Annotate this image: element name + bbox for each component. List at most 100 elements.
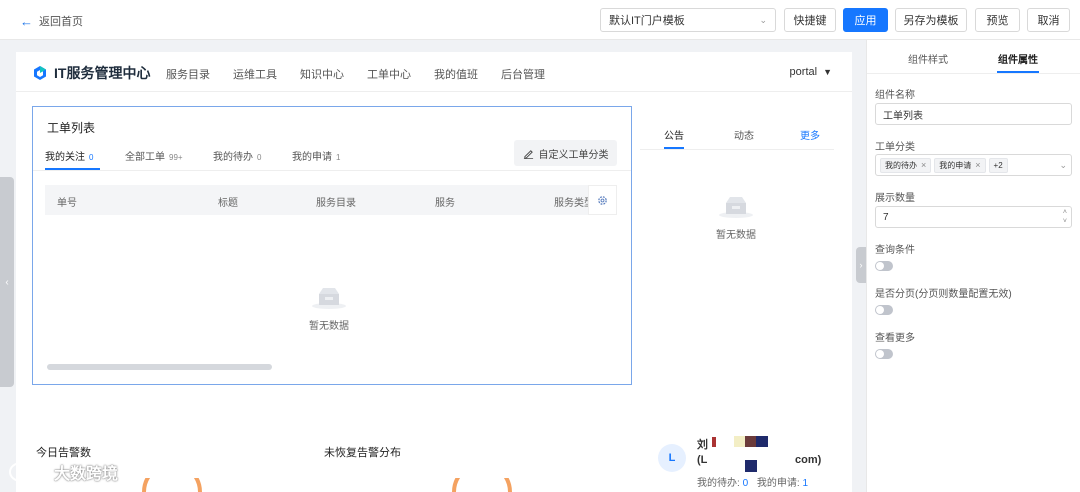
chevron-down-icon: ⌄ [1059,159,1067,170]
tab-my-todo[interactable]: 我的待办 0 [213,148,261,163]
ticket-category-select[interactable]: 我的待办 × 我的申请 × +2 ⌄ [875,154,1072,176]
pagination-toggle[interactable] [875,305,893,315]
tag-my-applications: 我的申请 × [934,157,986,173]
column-header: 单号 [57,198,77,209]
portal-title: IT服务管理中心 [54,65,151,81]
editor-canvas: ‹ › IT服务管理中心 服务目录 运维工具 知识中心 工单中心 我的值班 后台… [0,40,866,492]
preview-button[interactable]: 预览 [975,8,1020,32]
tag-my-todo: 我的待办 × [880,157,932,173]
nav-my-duty[interactable]: 我的值班 [434,66,478,82]
logo-icon [34,66,46,80]
empty-text: 暂无数据 [716,230,756,241]
portal-preview: IT服务管理中心 服务目录 运维工具 知识中心 工单中心 我的值班 后台管理 p… [16,52,852,492]
column-settings-button[interactable] [588,185,617,215]
column-header: 服务类型 [554,198,588,209]
watermark: 大数跨境 [8,460,118,484]
todo-count[interactable]: 0 [743,478,749,489]
cancel-button[interactable]: 取消 [1027,8,1070,32]
gauge-arc-icon [142,478,202,492]
query-condition-toggle[interactable] [875,261,893,271]
tab-divider [867,73,1080,74]
template-select[interactable]: 默认IT门户模板 ⌄ [600,8,776,32]
tab-label: 我的关注 [45,152,85,163]
portal-logo: IT服务管理中心 [32,63,150,83]
top-toolbar: ← 返回首页 默认IT门户模板 ⌄ 快捷键 应用 另存为模板 预览 取消 [0,0,1080,40]
empty-box-icon [310,285,348,309]
tab-count: 99+ [169,153,183,162]
ticket-list-widget[interactable]: 工单列表 我的关注 0 全部工单 99+ 我的待办 0 我的申请 1 自定义工单分类 [32,106,632,385]
custom-ticket-category-button[interactable]: 自定义工单分类 [514,140,617,166]
collapse-right-handle[interactable]: › [856,247,866,283]
template-select-value: 默认IT门户模板 [609,15,685,27]
tag-list: 我的待办 × 我的申请 × +2 [880,157,1011,173]
empty-state: 暂无数据 [309,285,349,332]
save-as-template-button[interactable]: 另存为模板 [895,8,967,32]
table-header: 单号 标题 服务目录 服务 服务类型 [45,185,617,215]
view-more-toggle[interactable] [875,349,893,359]
ticket-category-label: 工单分类 [875,142,915,153]
profile-card: L 刘 (L com) 我的待办: 0 我的申请: 1 [642,416,844,492]
tab-my-follow[interactable]: 我的关注 0 [45,148,93,163]
tag-label: 我的申请 [939,160,972,170]
profile-id-open: (L [697,454,708,466]
apply-label: 我的申请: [756,478,800,489]
pagination-label: 是否分页(分页则数量配置无效) [875,289,1012,300]
tab-announcements[interactable]: 公告 [664,127,684,142]
number-stepper[interactable]: ˄ ˅ [1063,208,1067,226]
todo-label: 我的待办: [697,478,740,489]
tab-count: 1 [336,153,341,162]
tab-my-applications[interactable]: 我的申请 1 [292,148,340,163]
watermark-text: 大数跨境 [54,466,119,483]
column-header: 服务 [435,198,455,209]
horizontal-scrollbar[interactable] [47,364,272,370]
apply-count[interactable]: 1 [802,478,808,489]
profile-id-close: com) [795,454,822,466]
close-icon[interactable]: × [921,160,926,170]
tab-count: 0 [89,153,94,162]
nav-service-catalog[interactable]: 服务目录 [166,66,210,82]
arrow-left-icon: ← [20,13,33,29]
tab-component-properties[interactable]: 组件属性 [998,51,1038,66]
gear-icon [598,195,607,205]
tab-label: 我的申请 [292,152,332,163]
more-link[interactable]: 更多 [800,127,820,142]
tab-all-tickets[interactable]: 全部工单 99+ [125,148,183,163]
avatar: L [658,444,686,472]
nav-ops-tools[interactable]: 运维工具 [233,66,277,82]
tab-component-style[interactable]: 组件样式 [908,51,948,66]
portal-nav: IT服务管理中心 服务目录 运维工具 知识中心 工单中心 我的值班 后台管理 p… [16,52,852,92]
view-more-label: 查看更多 [875,333,915,344]
tag-label: 我的待办 [885,160,917,170]
nav-admin[interactable]: 后台管理 [501,66,545,82]
ticket-list-title: 工单列表 [47,121,96,135]
nav-ticket-center[interactable]: 工单中心 [367,66,411,82]
collapse-left-handle[interactable]: ‹ [0,177,14,387]
component-name-label: 组件名称 [875,90,915,101]
card-title: 未恢复告警分布 [324,447,401,459]
stepper-down-icon[interactable]: ˅ [1063,217,1067,226]
stepper-up-icon[interactable]: ˄ [1063,208,1067,217]
tag-more-count: +2 [988,157,1008,173]
portal-user-menu[interactable]: portal ▼ [790,66,832,78]
tab-activity[interactable]: 动态 [734,127,754,142]
caret-down-icon: ▼ [823,67,832,77]
tab-count: 0 [257,153,262,162]
tab-divider [33,170,631,171]
display-count-input[interactable]: 7 ˄ ˅ [875,206,1072,228]
nav-knowledge-center[interactable]: 知识中心 [300,66,344,82]
redaction-mark [745,460,757,472]
apply-button[interactable]: 应用 [843,8,888,32]
close-icon[interactable]: × [975,160,980,170]
profile-name: 刘 [697,439,708,451]
column-header: 服务目录 [316,198,356,209]
back-to-home-link[interactable]: ← 返回首页 [20,13,83,29]
shortcut-button[interactable]: 快捷键 [784,8,836,32]
back-label: 返回首页 [39,16,83,28]
portal-user-label: portal [789,66,818,78]
tab-label: 全部工单 [125,152,165,163]
redaction-mark [745,436,756,447]
gauge-arc-icon [452,478,512,492]
wechat-logo-icon [9,462,46,483]
display-count-label: 展示数量 [875,193,915,204]
component-name-input[interactable]: 工单列表 [875,103,1072,125]
